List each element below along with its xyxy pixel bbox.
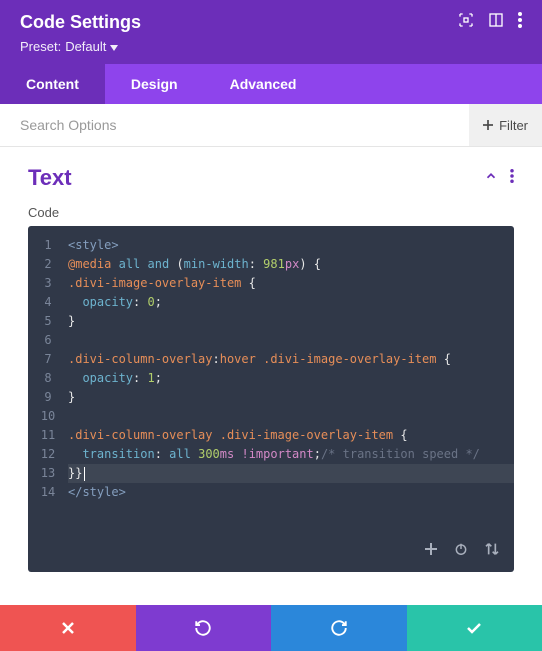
section-title: Text — [28, 165, 72, 191]
code-text[interactable]: } — [68, 388, 514, 407]
code-text[interactable] — [68, 407, 514, 426]
search-row: Filter — [0, 104, 542, 147]
code-line[interactable]: 13}} — [28, 464, 514, 483]
modal-title: Code Settings — [20, 12, 141, 33]
code-line[interactable]: 10 — [28, 407, 514, 426]
filter-button[interactable]: Filter — [469, 104, 542, 146]
code-text[interactable]: opacity: 1; — [68, 369, 514, 388]
more-icon[interactable] — [518, 12, 522, 33]
code-line[interactable]: 7.divi-column-overlay:hover .divi-image-… — [28, 350, 514, 369]
line-number: 3 — [28, 274, 68, 293]
redo-button[interactable] — [271, 605, 407, 651]
grid-icon[interactable] — [488, 12, 504, 33]
collapse-icon[interactable] — [484, 169, 498, 188]
tab-bar: Content Design Advanced — [0, 64, 542, 104]
code-line[interactable]: 8 opacity: 1; — [28, 369, 514, 388]
text-cursor — [84, 467, 85, 481]
power-icon[interactable] — [454, 542, 468, 562]
line-number: 6 — [28, 331, 68, 350]
caret-down-icon — [110, 39, 118, 54]
code-text[interactable]: .divi-column-overlay:hover .divi-image-o… — [68, 350, 514, 369]
line-number: 9 — [28, 388, 68, 407]
line-number: 4 — [28, 293, 68, 312]
code-text[interactable] — [68, 331, 514, 350]
tab-advanced[interactable]: Advanced — [204, 64, 323, 104]
tab-content[interactable]: Content — [0, 64, 105, 104]
code-text[interactable]: @media all and (min-width: 981px) { — [68, 255, 514, 274]
code-line[interactable]: 3.divi-image-overlay-item { — [28, 274, 514, 293]
preset-selector[interactable]: Preset: Default — [20, 39, 522, 54]
undo-button[interactable] — [136, 605, 272, 651]
line-number: 12 — [28, 445, 68, 464]
header-actions — [458, 12, 522, 33]
code-line[interactable]: 6 — [28, 331, 514, 350]
code-text[interactable]: <style> — [68, 236, 514, 255]
content-panel: Text Code 1<style>2@media all and (min-w… — [0, 147, 542, 582]
code-text[interactable]: transition: all 300ms !important;/* tran… — [68, 445, 514, 464]
code-line[interactable]: 2@media all and (min-width: 981px) { — [28, 255, 514, 274]
code-line[interactable]: 12 transition: all 300ms !important;/* t… — [28, 445, 514, 464]
add-icon[interactable] — [424, 542, 438, 562]
preset-label: Preset: — [20, 39, 61, 54]
code-line[interactable]: 5} — [28, 312, 514, 331]
filter-label: Filter — [499, 118, 528, 133]
line-number: 1 — [28, 236, 68, 255]
tab-design[interactable]: Design — [105, 64, 204, 104]
code-line[interactable]: 9} — [28, 388, 514, 407]
code-text[interactable]: .divi-column-overlay .divi-image-overlay… — [68, 426, 514, 445]
preset-value: Default — [65, 39, 106, 54]
bottom-bar — [0, 605, 542, 651]
code-text[interactable]: opacity: 0; — [68, 293, 514, 312]
code-editor[interactable]: 1<style>2@media all and (min-width: 981p… — [28, 226, 514, 572]
field-label: Code — [28, 205, 514, 220]
expand-icon[interactable] — [458, 12, 474, 33]
line-number: 2 — [28, 255, 68, 274]
code-text[interactable]: } — [68, 312, 514, 331]
line-number: 5 — [28, 312, 68, 331]
code-line[interactable]: 11.divi-column-overlay .divi-image-overl… — [28, 426, 514, 445]
line-number: 10 — [28, 407, 68, 426]
code-footer — [28, 532, 514, 572]
code-text[interactable]: .divi-image-overlay-item { — [68, 274, 514, 293]
code-line[interactable]: 4 opacity: 0; — [28, 293, 514, 312]
line-number: 14 — [28, 483, 68, 502]
modal-header: Code Settings Preset: Default — [0, 0, 542, 64]
close-button[interactable] — [0, 605, 136, 651]
sort-icon[interactable] — [484, 542, 500, 562]
code-text[interactable]: }} — [68, 464, 514, 483]
section-more-icon[interactable] — [510, 169, 514, 188]
code-text[interactable]: </style> — [68, 483, 514, 502]
line-number: 11 — [28, 426, 68, 445]
save-button[interactable] — [407, 605, 542, 651]
plus-icon — [483, 118, 493, 133]
code-line[interactable]: 1<style> — [28, 236, 514, 255]
line-number: 8 — [28, 369, 68, 388]
search-input[interactable] — [0, 104, 469, 146]
line-number: 13 — [28, 464, 68, 483]
code-line[interactable]: 14</style> — [28, 483, 514, 502]
line-number: 7 — [28, 350, 68, 369]
